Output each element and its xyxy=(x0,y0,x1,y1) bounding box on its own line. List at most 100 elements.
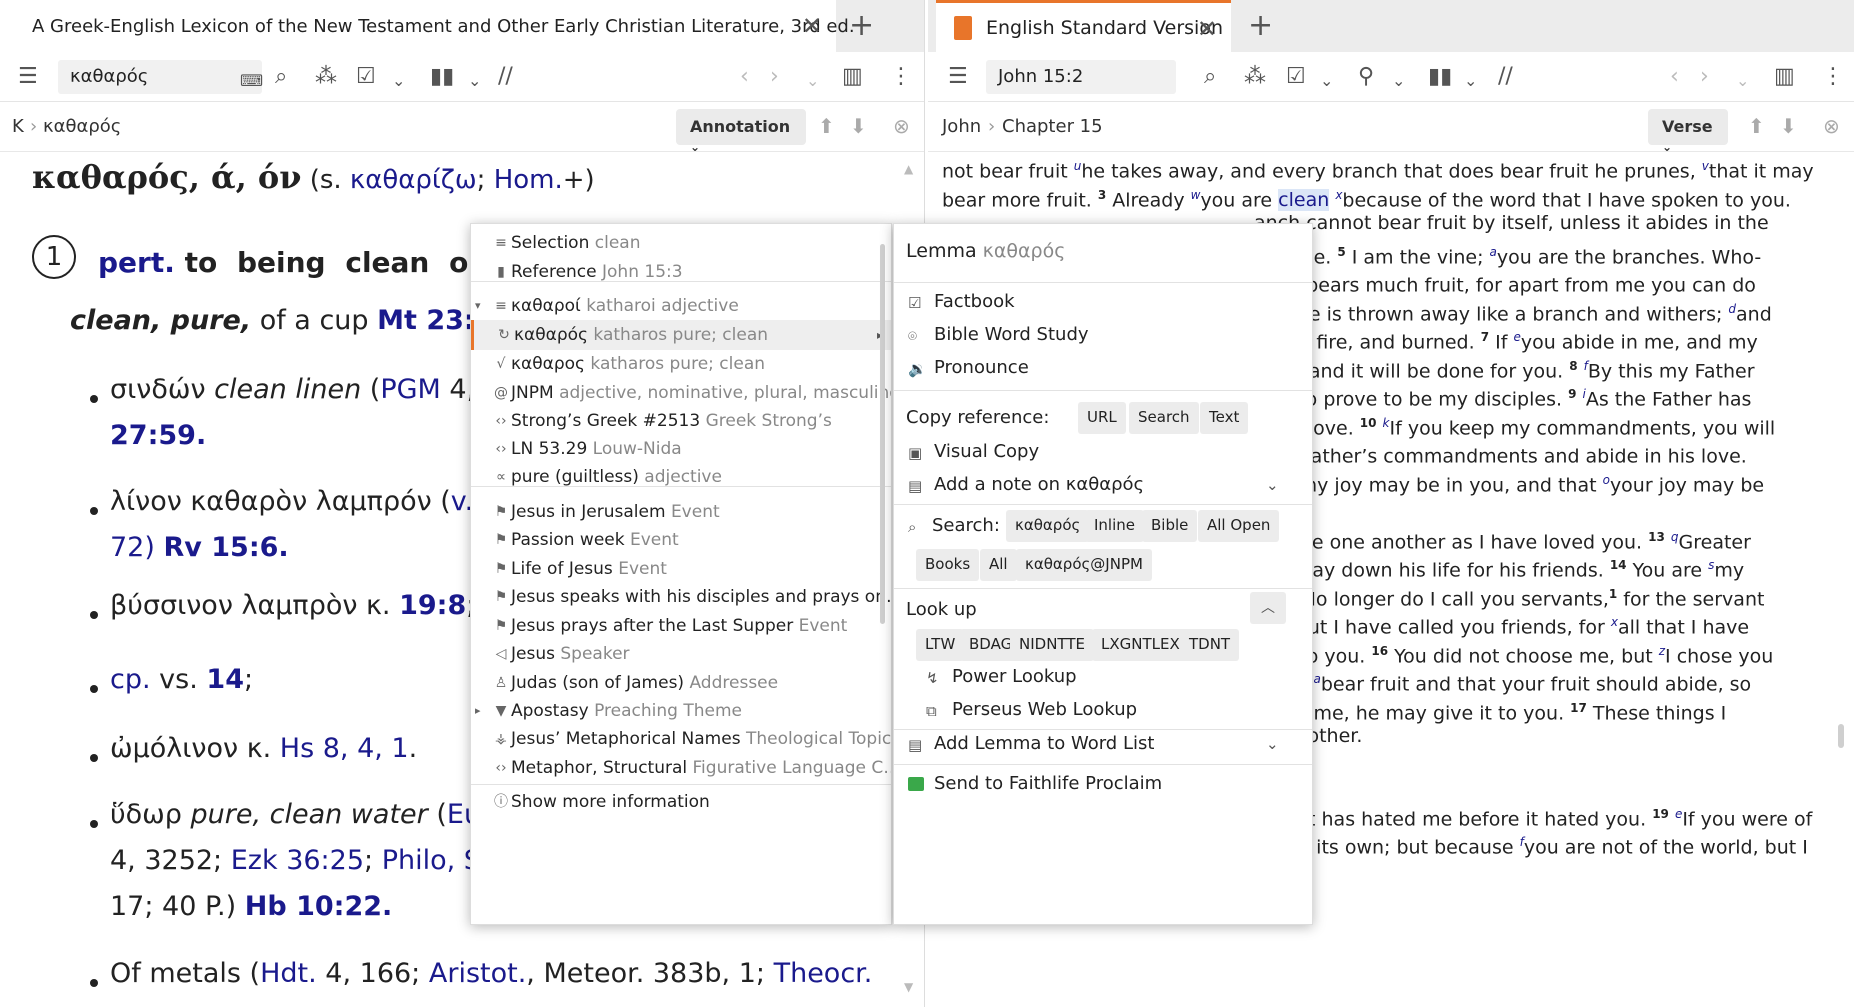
parallel-icon[interactable]: ▮▮ xyxy=(1428,64,1452,90)
context-menu-item[interactable]: ≡ καθαροί katharoi adjective ▾ xyxy=(471,291,891,321)
more-icon[interactable]: ⋮ xyxy=(890,64,912,90)
chevron-down-icon[interactable]: ⌄ xyxy=(392,68,405,94)
context-menu-item[interactable]: ⚑ Jesus in Jerusalem Event xyxy=(471,497,891,527)
source-link[interactable]: PGM xyxy=(380,374,441,405)
scripture-link[interactable]: Hb 10:22. xyxy=(245,891,393,922)
context-menu-item[interactable]: ♙ Judas (son of James) Addressee xyxy=(471,668,891,698)
parallel-icon[interactable]: ▮▮ xyxy=(430,64,454,90)
footnote-marker[interactable]: w xyxy=(1191,188,1201,202)
footnote-marker[interactable]: e xyxy=(1513,330,1520,344)
show-more-item[interactable]: ⓘ Show more information xyxy=(471,787,891,817)
reference-input[interactable]: John 15:2 xyxy=(986,60,1176,94)
collapse-icon[interactable]: ▸ xyxy=(475,696,481,726)
scripture-link[interactable]: 27:59. xyxy=(110,420,206,451)
breadcrumb-item[interactable]: Chapter 15 xyxy=(1002,116,1103,137)
lookup-chip[interactable]: NIDNTTE xyxy=(1010,629,1094,661)
chevron-down-icon[interactable]: ⌄ xyxy=(1320,68,1333,94)
scrollbar[interactable] xyxy=(880,244,885,624)
perseus-item[interactable]: Perseus Web Lookup xyxy=(952,699,1137,720)
footnote-marker[interactable]: k xyxy=(1383,416,1390,430)
footnote-marker[interactable]: v xyxy=(1702,159,1709,173)
info-icon[interactable]: ⁂ xyxy=(315,64,337,90)
context-menu-item[interactable]: ⚑ Jesus speaks with his disciples and pra… xyxy=(471,582,891,612)
back-icon[interactable]: ‹ xyxy=(740,64,749,90)
add-lemma-item[interactable]: Add Lemma to Word List xyxy=(934,733,1154,754)
menu-icon[interactable]: ☰ xyxy=(948,64,968,90)
checkbox-icon[interactable]: ☑ xyxy=(356,64,376,90)
scroll-down-icon[interactable]: ▼ xyxy=(904,980,913,994)
scripture-link[interactable]: 14 xyxy=(206,664,244,695)
tab-lexicon[interactable]: A Greek-English Lexicon of the New Testa… xyxy=(0,0,855,52)
scripture-link[interactable]: Rv 15:6. xyxy=(163,532,288,563)
breadcrumb-item[interactable]: John xyxy=(942,116,981,137)
context-menu-item[interactable]: ⚶ Jesus’ Metaphorical Names Theological T… xyxy=(471,724,891,754)
source-link[interactable]: Philo, S xyxy=(382,845,481,876)
context-menu-item[interactable]: ‹› Metaphor, Structural Figurative Langua… xyxy=(471,753,891,783)
context-menu-item[interactable]: ⚑ Life of Jesus Event xyxy=(471,554,891,584)
tab-esv[interactable]: English Standard Version ✕ xyxy=(936,0,1231,52)
context-menu-item[interactable]: ◁ Jesus Speaker xyxy=(471,639,891,669)
etym-link[interactable]: Hom. xyxy=(494,165,563,195)
footnote-marker[interactable]: a xyxy=(1313,672,1320,686)
scrollbar[interactable] xyxy=(1838,724,1844,748)
back-icon[interactable]: ‹ xyxy=(1670,64,1679,90)
scripture-link[interactable]: Ezk 36:25 xyxy=(231,845,364,876)
source-link[interactable]: Hdt. xyxy=(260,958,317,989)
etym-link[interactable]: καθαρίζω xyxy=(350,165,477,195)
close-icon[interactable]: ✕ xyxy=(802,12,822,40)
search-chip[interactable]: All xyxy=(980,549,1017,581)
scroll-up-icon[interactable]: ▲ xyxy=(904,162,913,176)
source-link[interactable]: cp. xyxy=(110,664,151,695)
down-icon[interactable]: ⬇ xyxy=(1780,114,1797,138)
expand-icon[interactable]: ▾ xyxy=(475,291,481,321)
context-menu-item[interactable]: ⚑ Passion week Event xyxy=(471,525,891,555)
chevron-down-icon[interactable]: ⌄ xyxy=(1266,735,1279,753)
verse-button[interactable]: Verse ⌄ xyxy=(1648,109,1728,154)
close-circle-icon[interactable]: ⊗ xyxy=(893,114,910,138)
close-circle-icon[interactable]: ⊗ xyxy=(1823,114,1840,138)
checkbox-icon[interactable]: ☑ xyxy=(1286,64,1306,90)
source-link[interactable]: Aristot. xyxy=(429,958,526,989)
search-icon[interactable]: ⌕ xyxy=(1204,64,1216,90)
up-icon[interactable]: ⬆ xyxy=(818,114,835,138)
context-menu-item[interactable]: ▼ Apostasy Preaching Theme ▸ xyxy=(471,696,891,726)
add-tab-icon[interactable]: + xyxy=(1248,8,1273,43)
footnote-marker[interactable]: o xyxy=(1603,473,1610,487)
close-icon[interactable]: ✕ xyxy=(1197,15,1217,43)
search-chip[interactable]: Books xyxy=(916,549,980,581)
history-icon[interactable]: ⌄ xyxy=(1736,68,1749,94)
pronounce-item[interactable]: Pronounce xyxy=(934,357,1029,378)
copy-url-chip[interactable]: URL xyxy=(1078,402,1126,434)
context-menu-item[interactable]: @ JNPM adjective, nominative, plural, mas… xyxy=(471,378,891,408)
menu-icon[interactable]: ☰ xyxy=(18,64,38,90)
search-chip[interactable]: Bible xyxy=(1142,510,1198,542)
context-menu-item[interactable]: ∝ pure (guiltless) adjective xyxy=(471,462,891,492)
search-chip[interactable]: All Open xyxy=(1198,510,1280,542)
footnote-marker[interactable]: x xyxy=(1611,615,1618,629)
up-icon[interactable]: ⬆ xyxy=(1748,114,1765,138)
chevron-down-icon[interactable]: ⌄ xyxy=(1266,476,1279,494)
context-menu-item[interactable]: ↻καθαρός katharos pure; clean▸ xyxy=(471,320,891,350)
lookup-chip[interactable]: LTW xyxy=(916,629,965,661)
lookup-chip[interactable]: LXGNTLEX xyxy=(1092,629,1189,661)
context-menu-item[interactable]: ⚑ Jesus prays after the Last Supper Event xyxy=(471,611,891,641)
interlinear-icon[interactable]: ⚲ xyxy=(1358,64,1374,90)
history-icon[interactable]: ⌄ xyxy=(806,68,819,94)
chevron-down-icon[interactable]: ⌄ xyxy=(1464,68,1477,94)
search-chip[interactable]: καθαρός xyxy=(1006,510,1090,542)
footnote-marker[interactable]: q xyxy=(1671,530,1679,544)
footnote-marker[interactable]: a xyxy=(1490,245,1497,259)
search-chip[interactable]: Inline xyxy=(1085,510,1145,542)
search-input[interactable]: καθαρός xyxy=(58,60,262,94)
visual-copy-item[interactable]: Visual Copy xyxy=(934,441,1039,462)
more-icon[interactable]: ⋮ xyxy=(1822,64,1844,90)
lookup-chip[interactable]: TDNT xyxy=(1180,629,1240,661)
search-chip[interactable]: καθαρός@JNPM xyxy=(1016,549,1152,581)
forward-icon[interactable]: › xyxy=(770,64,779,90)
chevron-down-icon[interactable]: ⌄ xyxy=(468,68,481,94)
search-icon[interactable]: ⌕ xyxy=(275,64,287,90)
scripture-link[interactable]: 19:8 xyxy=(399,590,466,621)
source-link[interactable]: Theocr. xyxy=(774,958,873,989)
context-menu-item[interactable]: ‹› LN 53.29 Louw-Nida xyxy=(471,434,891,464)
keyboard-icon[interactable]: ⌨ xyxy=(240,68,263,94)
